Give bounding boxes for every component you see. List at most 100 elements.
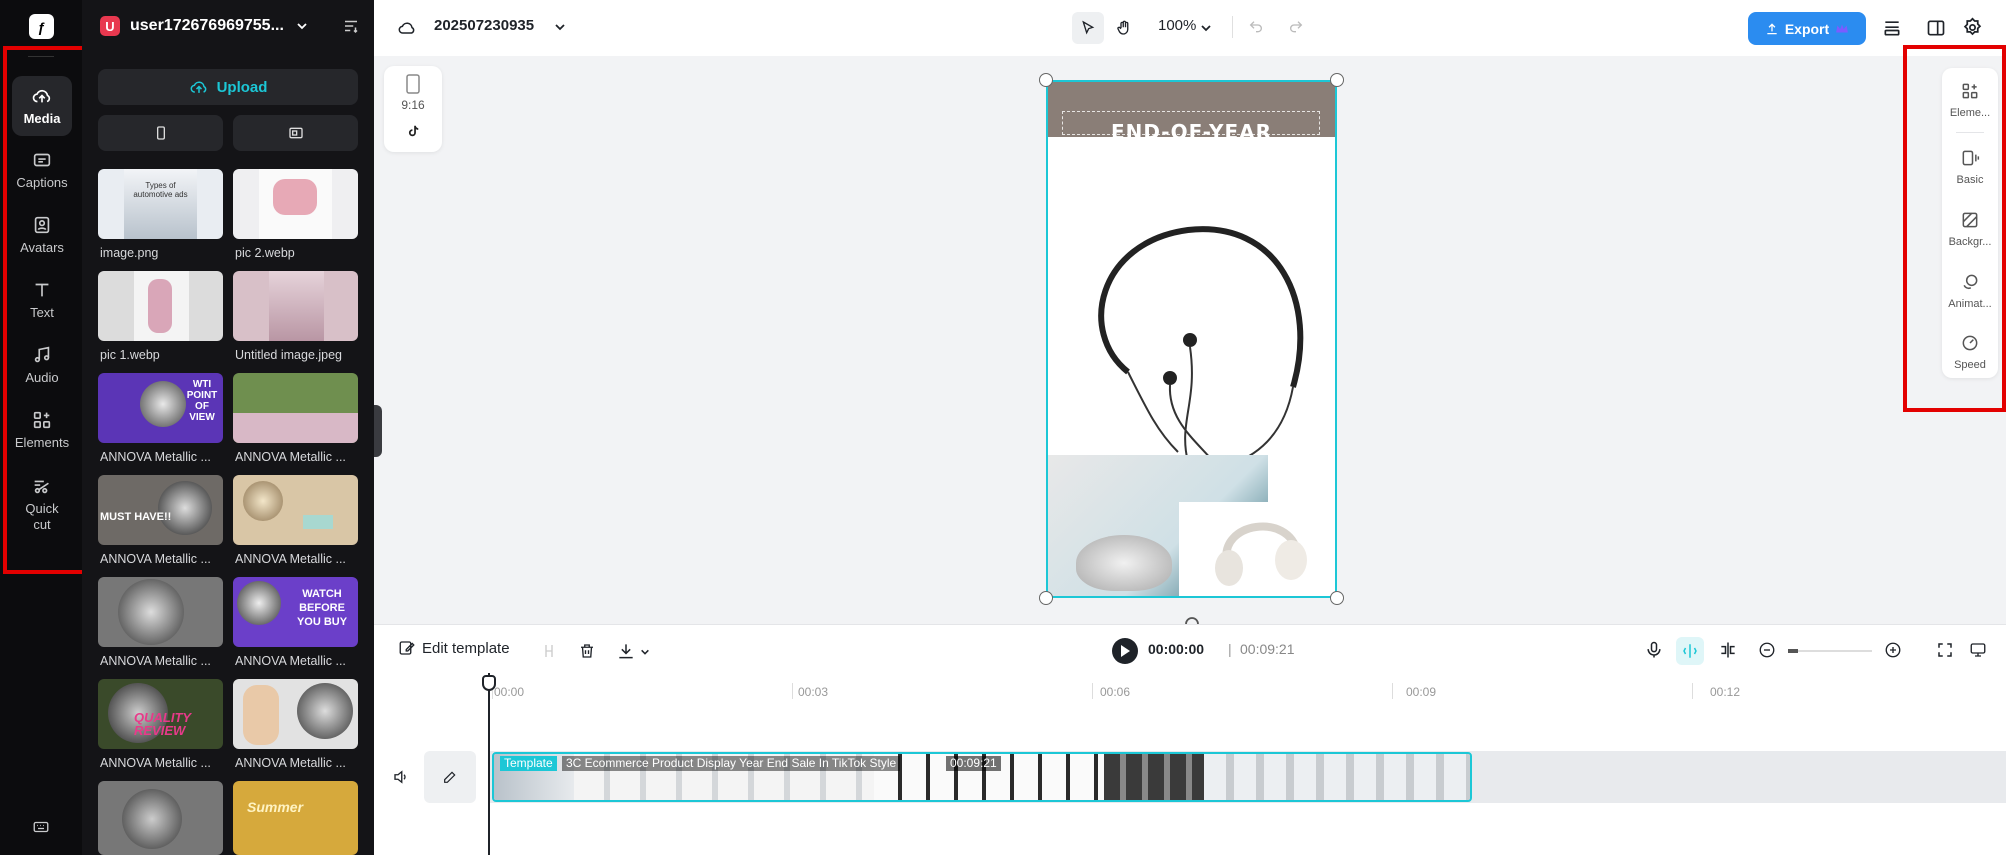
monitor-icon[interactable] [1969,641,1987,659]
upload-icon [1767,22,1777,34]
media-thumb[interactable]: Types of automotive ads [98,169,223,239]
media-name: ANNOVA Metallic ... [100,654,211,668]
screen-record-button[interactable] [233,115,358,151]
trash-icon[interactable] [578,642,596,660]
time-separator: | [1228,641,1232,657]
resize-handle-bottom-left[interactable] [1039,591,1053,605]
zoom-level[interactable]: 100% [1158,17,1196,34]
auto-snap-toggle[interactable] [1676,637,1704,665]
upload-label: Upload [216,78,268,96]
media-thumb[interactable] [98,781,223,855]
split-view-icon[interactable] [1926,18,1946,38]
media-name: image.png [100,246,159,260]
export-button[interactable]: Export [1748,12,1866,45]
zoom-slider[interactable] [1788,649,1872,653]
tiktok-icon [408,125,419,137]
white-headphones-image[interactable] [1179,502,1335,596]
hand-icon [1117,20,1129,35]
select-tool-button[interactable] [1072,12,1104,44]
ruler-label: 00:09 [1406,685,1437,699]
cloud-icon[interactable] [396,18,418,38]
media-name: pic 2.webp [235,246,295,260]
ruler-label: 00:06 [1100,685,1131,699]
split-icon[interactable] [540,642,558,660]
pointer-icon [1082,20,1095,35]
resize-handle-top-left[interactable] [1039,73,1053,87]
media-thumb[interactable] [98,271,223,341]
frame-title-text[interactable]: END-OF-YEAR [1048,120,1335,144]
edit-template-button[interactable]: Edit template [398,639,510,657]
edit-cover-button[interactable] [424,751,476,803]
ruler-label: 00:03 [798,685,829,699]
sort-list-icon[interactable] [342,17,360,35]
chevron-down-icon [297,23,307,30]
media-name: ANNOVA Metallic ... [235,450,346,464]
hand-tool-button[interactable] [1108,12,1140,44]
aspect-ratio-card[interactable]: 9:16 [384,66,442,152]
frame-subtitle-text[interactable]: ...INGS! [1048,162,1335,187]
playhead-line[interactable] [488,673,490,855]
highlight-box-left [3,46,92,574]
media-thumb[interactable] [233,475,358,545]
media-thumb[interactable]: QUALITY REVIEW [98,679,223,749]
cloud-upload-icon [190,81,206,93]
play-icon [1121,645,1130,657]
video-canvas-frame[interactable]: END-OF-YEAR ...INGS! [1046,80,1337,598]
media-panel: U user172676969755... Upload Types of au… [82,0,374,855]
portrait-frame-icon [406,74,420,94]
settings-gear-icon[interactable] [1962,17,1983,38]
crown-icon [1836,23,1849,32]
rotate-icon[interactable] [1184,612,1200,624]
keyboard-icon[interactable] [32,818,50,836]
total-time: 00:09:21 [1240,641,1295,657]
toolbar-divider [1232,16,1233,38]
redo-icon[interactable] [1288,19,1304,35]
export-label: Export [1784,20,1830,37]
aspect-ratio-label: 9:16 [401,98,425,112]
download-icon[interactable] [616,641,636,661]
volume-icon[interactable] [392,768,410,786]
layers-icon[interactable] [1882,18,1902,38]
media-name: ANNOVA Metallic ... [100,552,211,566]
fit-screen-icon[interactable] [1936,641,1954,659]
media-name: Untitled image.jpeg [235,348,343,362]
phone-icon [156,126,165,140]
app-logo-icon[interactable]: ƒ [29,14,54,39]
zoom-in-icon[interactable] [1884,641,1902,659]
zoom-out-icon[interactable] [1758,641,1776,659]
media-thumb[interactable] [233,373,358,443]
project-name[interactable]: 202507230935 [434,17,534,34]
media-thumb[interactable]: MUST HAVE!! [98,475,223,545]
media-name: ANNOVA Metallic ... [100,450,211,464]
media-thumb[interactable] [98,577,223,647]
collapse-panel-handle[interactable] [374,405,382,457]
user-switcher[interactable]: U user172676969755... [100,14,360,38]
chevron-down-icon[interactable] [1200,22,1212,34]
media-thumb[interactable]: Summer [233,781,358,855]
media-thumb[interactable] [233,169,358,239]
playhead-handle[interactable] [482,675,496,691]
media-thumb[interactable] [233,679,358,749]
timeline-panel: Edit template 00:00:00 | 00:09:21 00:00 … [374,624,2006,855]
media-name: ANNOVA Metallic ... [235,552,346,566]
upload-button[interactable]: Upload [98,69,358,105]
media-thumb[interactable]: WATCH BEFORE YOU BUY [233,577,358,647]
ruler-label: 00:12 [1710,685,1741,699]
edit-template-icon [399,641,415,655]
top-bar: 202507230935 100% Export [374,0,2006,56]
split-track-icon[interactable] [1718,640,1738,660]
template-clip[interactable]: Template 3C Ecommerce Product Display Ye… [492,752,1472,802]
media-thumb[interactable]: WTI POINT OF VIEW [98,373,223,443]
chevron-down-icon[interactable] [640,647,650,657]
clip-title: 3C Ecommerce Product Display Year End Sa… [562,756,901,771]
avatar: U [100,16,120,36]
current-time: 00:00:00 [1148,641,1205,657]
phone-upload-button[interactable] [98,115,223,151]
undo-icon[interactable] [1248,19,1264,35]
resize-handle-top-right[interactable] [1330,73,1344,87]
resize-handle-bottom-right[interactable] [1330,591,1344,605]
media-thumb[interactable] [233,271,358,341]
microphone-icon[interactable] [1644,640,1664,660]
chevron-down-icon[interactable] [554,21,566,33]
play-button[interactable] [1112,638,1138,664]
